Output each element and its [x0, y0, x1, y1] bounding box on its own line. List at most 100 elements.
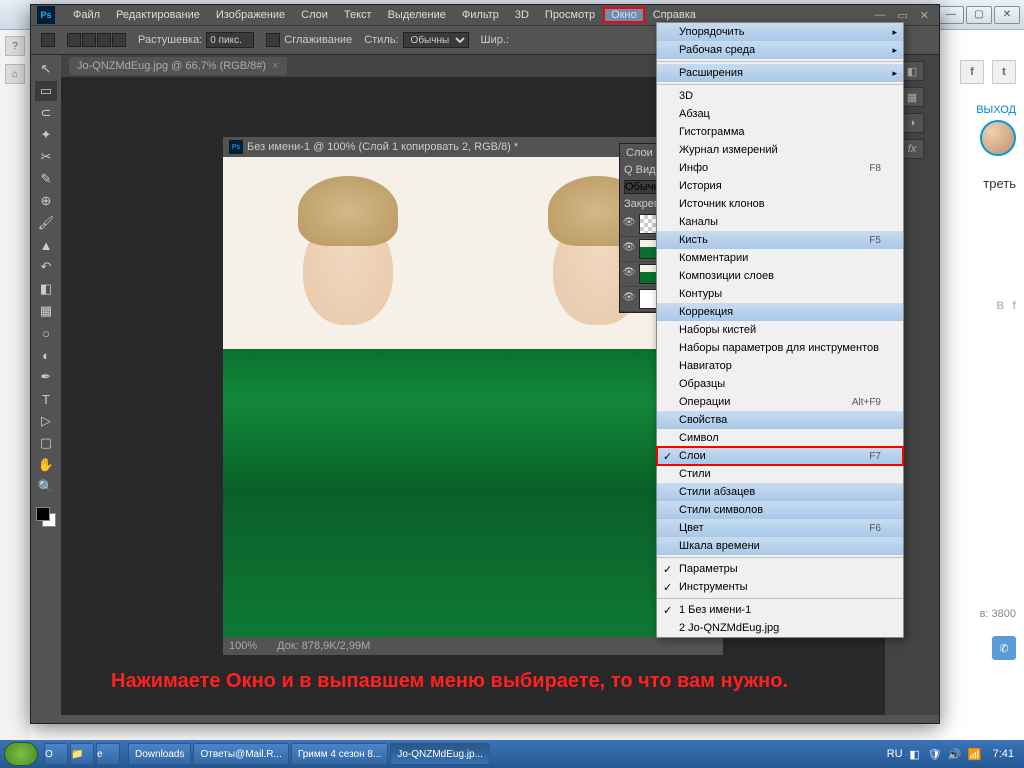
lang-indicator[interactable]: RU: [887, 748, 903, 760]
menu-item[interactable]: Инструменты: [657, 578, 903, 596]
menu-изображение[interactable]: Изображение: [208, 7, 293, 23]
menu-item[interactable]: Стили: [657, 465, 903, 483]
selection-new-icon[interactable]: [67, 33, 81, 47]
gradient-tool[interactable]: ▦: [35, 301, 57, 321]
style-select[interactable]: Обычный: [403, 32, 469, 48]
blur-tool[interactable]: ○: [35, 323, 57, 343]
maximize-button[interactable]: ▢: [966, 6, 992, 24]
menu-item[interactable]: Журнал измерений: [657, 141, 903, 159]
crop-tool[interactable]: ✂: [35, 147, 57, 167]
menu-фильтр[interactable]: Фильтр: [454, 7, 507, 23]
menu-item[interactable]: Упорядочить: [657, 23, 903, 41]
menu-item[interactable]: Рабочая среда: [657, 41, 903, 59]
logout-link[interactable]: ВЫХОД: [952, 104, 1016, 116]
menu-item[interactable]: ИнфоF8: [657, 159, 903, 177]
menu-item[interactable]: Гистограмма: [657, 123, 903, 141]
menu-окно[interactable]: Окно: [603, 7, 645, 23]
wand-tool[interactable]: ✦: [35, 125, 57, 145]
close-button[interactable]: ✕: [994, 6, 1020, 24]
lasso-tool[interactable]: ⊂: [35, 103, 57, 123]
menu-слои[interactable]: Слои: [293, 7, 336, 23]
menu-просмотр[interactable]: Просмотр: [537, 7, 603, 23]
menu-item[interactable]: 2 Jo-QNZMdEug.jpg: [657, 619, 903, 637]
pen-tool[interactable]: ✒: [35, 367, 57, 387]
menu-item[interactable]: Шкала времени: [657, 537, 903, 555]
menu-текст[interactable]: Текст: [336, 7, 380, 23]
menu-item[interactable]: Стили абзацев: [657, 483, 903, 501]
stamp-tool[interactable]: ▲: [35, 235, 57, 255]
selection-intersect-icon[interactable]: [112, 33, 126, 47]
hand-tool[interactable]: ✋: [35, 455, 57, 475]
antialias-checkbox[interactable]: [266, 33, 280, 47]
color-swatch[interactable]: [36, 507, 56, 527]
menu-item[interactable]: Символ: [657, 429, 903, 447]
taskbar-item[interactable]: Ответы@Mail.R...: [193, 743, 288, 765]
menu-item[interactable]: Комментарии: [657, 249, 903, 267]
menu-item[interactable]: Наборы параметров для инструментов: [657, 339, 903, 357]
menu-item[interactable]: 1 Без имени-1: [657, 601, 903, 619]
eyedropper-tool[interactable]: ✎: [35, 169, 57, 189]
menu-item[interactable]: КистьF5: [657, 231, 903, 249]
layer-kind[interactable]: Q Вид: [624, 164, 656, 176]
menu-item[interactable]: История: [657, 177, 903, 195]
eraser-tool[interactable]: ◧: [35, 279, 57, 299]
menu-item[interactable]: Контуры: [657, 285, 903, 303]
menu-item[interactable]: Навигатор: [657, 357, 903, 375]
menu-item[interactable]: ЦветF6: [657, 519, 903, 537]
menu-item[interactable]: Параметры: [657, 560, 903, 578]
quick-browser-icon[interactable]: e: [96, 743, 120, 765]
healing-tool[interactable]: ⊕: [35, 191, 57, 211]
menu-3d[interactable]: 3D: [507, 7, 537, 23]
menu-item[interactable]: Стили символов: [657, 501, 903, 519]
minimize-button[interactable]: —: [938, 6, 964, 24]
zoom-tool[interactable]: 🔍: [35, 477, 57, 497]
menu-item[interactable]: ОперацииAlt+F9: [657, 393, 903, 411]
visibility-icon[interactable]: 👁: [622, 292, 636, 306]
tray-icon[interactable]: ◧: [907, 746, 923, 762]
facebook-icon[interactable]: f: [960, 60, 984, 84]
menu-item[interactable]: Свойства: [657, 411, 903, 429]
doc-zoom[interactable]: 100%: [229, 640, 257, 652]
vk-icon[interactable]: B: [996, 300, 1004, 312]
menu-item[interactable]: СлоиF7: [657, 447, 903, 465]
move-tool[interactable]: ↖: [35, 59, 57, 79]
facebook-icon[interactable]: f: [1012, 300, 1016, 312]
taskbar-item[interactable]: Jo-QNZMdEug.jp...: [390, 743, 490, 765]
network-icon[interactable]: 📶: [967, 746, 983, 762]
path-tool[interactable]: ▷: [35, 411, 57, 431]
taskbar-item[interactable]: Downloads: [128, 743, 191, 765]
menu-item[interactable]: Композиции слоев: [657, 267, 903, 285]
menu-файл[interactable]: Файл: [65, 7, 108, 23]
close-tab-icon[interactable]: ×: [272, 60, 278, 72]
help-icon[interactable]: ?: [5, 36, 25, 56]
menu-справка[interactable]: Справка: [645, 7, 704, 23]
taskbar-item[interactable]: Гримм 4 сезон 8...: [291, 743, 388, 765]
selection-subtract-icon[interactable]: [97, 33, 111, 47]
visibility-icon[interactable]: 👁: [622, 217, 636, 231]
quick-opera-icon[interactable]: O: [44, 743, 68, 765]
history-brush-tool[interactable]: ↶: [35, 257, 57, 277]
dodge-tool[interactable]: ◐: [35, 345, 57, 365]
volume-icon[interactable]: 🔊: [947, 746, 963, 762]
close-icon[interactable]: ✕: [920, 9, 929, 22]
clock[interactable]: 7:41: [987, 748, 1020, 760]
home-icon[interactable]: ⌂: [5, 64, 25, 84]
type-tool[interactable]: T: [35, 389, 57, 409]
menu-item[interactable]: Каналы: [657, 213, 903, 231]
tool-preset-icon[interactable]: [41, 33, 55, 47]
menu-item[interactable]: Коррекция: [657, 303, 903, 321]
menu-выделение[interactable]: Выделение: [380, 7, 454, 23]
avatar[interactable]: [980, 120, 1016, 156]
marquee-tool[interactable]: ▭: [35, 81, 57, 101]
visibility-icon[interactable]: 👁: [622, 242, 636, 256]
menu-item[interactable]: 3D: [657, 87, 903, 105]
visibility-icon[interactable]: 👁: [622, 267, 636, 281]
menu-item[interactable]: Абзац: [657, 105, 903, 123]
selection-add-icon[interactable]: [82, 33, 96, 47]
twitter-icon[interactable]: t: [992, 60, 1016, 84]
menu-item[interactable]: Наборы кистей: [657, 321, 903, 339]
tab-layers[interactable]: Слои: [620, 144, 659, 162]
menu-item[interactable]: Образцы: [657, 375, 903, 393]
tray-icon[interactable]: 🛡: [927, 746, 943, 762]
start-button[interactable]: [4, 742, 38, 766]
